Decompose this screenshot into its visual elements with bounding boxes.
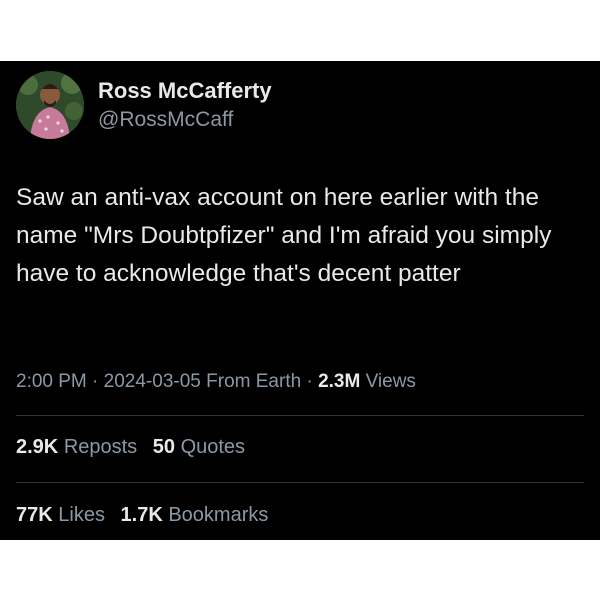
quotes-stat[interactable]: 50 Quotes xyxy=(153,436,245,458)
engagement-row-reposts: 2.9K Reposts 50 Quotes xyxy=(16,436,255,459)
likes-label: Likes xyxy=(58,504,105,526)
tweet-card: Ross McCafferty @RossMcCaff Saw an anti-… xyxy=(0,61,600,540)
divider xyxy=(16,415,584,416)
views-count: 2.3M xyxy=(318,371,361,392)
bookmarks-count: 1.7K xyxy=(120,504,163,526)
tweet-source: From Earth xyxy=(206,371,302,392)
reposts-stat[interactable]: 2.9K Reposts xyxy=(16,436,143,458)
author-names: Ross McCafferty @RossMcCaff xyxy=(98,77,272,133)
engagement-row-likes: 77K Likes 1.7K Bookmarks xyxy=(16,504,278,527)
tweet-meta: 2:00 PM · 2024-03-05 From Earth · 2.3M V… xyxy=(16,371,416,393)
reposts-count: 2.9K xyxy=(16,436,59,458)
author-handle[interactable]: @RossMcCaff xyxy=(98,107,272,133)
tweet-author: Ross McCafferty @RossMcCaff xyxy=(16,71,272,139)
profile-photo-icon xyxy=(16,71,84,139)
avatar[interactable] xyxy=(16,71,84,139)
tweet-text: Saw an anti-vax account on here earlier … xyxy=(16,184,552,287)
quotes-label: Quotes xyxy=(180,436,246,458)
meta-separator: · xyxy=(306,371,313,392)
views-label: Views xyxy=(365,371,416,392)
divider xyxy=(16,482,584,483)
bookmarks-label: Bookmarks xyxy=(168,504,269,526)
bookmarks-stat[interactable]: 1.7K Bookmarks xyxy=(121,504,269,526)
author-display-name[interactable]: Ross McCafferty xyxy=(98,77,272,105)
reposts-label: Reposts xyxy=(63,436,138,458)
tweet-date[interactable]: 2024-03-05 xyxy=(104,371,201,392)
tweet-time[interactable]: 2:00 PM xyxy=(16,371,87,392)
likes-count: 77K xyxy=(16,504,53,526)
quotes-count: 50 xyxy=(152,436,175,458)
likes-stat[interactable]: 77K Likes xyxy=(16,504,111,526)
meta-separator: · xyxy=(92,371,99,392)
